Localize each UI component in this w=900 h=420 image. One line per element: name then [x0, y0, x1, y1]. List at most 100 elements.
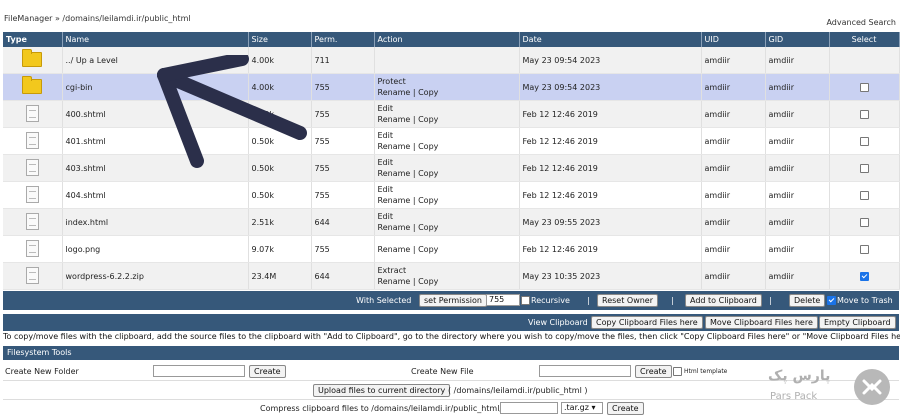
permission-input[interactable]: 755	[486, 294, 520, 306]
rename-copy-links[interactable]: Rename | Copy	[378, 244, 516, 255]
new-folder-input[interactable]	[153, 365, 245, 377]
move-clipboard-files-button[interactable]: Move Clipboard Files here	[705, 316, 818, 329]
file-name-link[interactable]: ../ Up a Level	[66, 56, 118, 65]
col-name[interactable]: Name	[62, 32, 249, 47]
file-name-link[interactable]: cgi-bin	[66, 83, 93, 92]
watermark-en-text: Pars Pack	[770, 391, 818, 402]
table-row[interactable]: ../ Up a Level 4.00k 711 May 23 09:54 2023 a…	[3, 47, 900, 74]
select-cell	[829, 73, 900, 101]
perm-cell[interactable]: 644	[311, 262, 375, 290]
permission-link[interactable]: 644	[315, 218, 330, 227]
col-type[interactable]: Type	[3, 32, 63, 47]
table-row[interactable]: logo.png 9.07k 755 Rename | Copy Feb 12 12:4…	[3, 235, 900, 263]
table-row[interactable]: 403.shtml 0.50k 755 Edit Rename | Copy Feb 12…	[3, 154, 900, 182]
primary-action-link[interactable]: Extract	[378, 265, 516, 276]
perm-cell[interactable]: 755	[311, 73, 375, 101]
table-row[interactable]: index.html 2.51k 644 Edit Rename | Copy May 2…	[3, 208, 900, 236]
rename-copy-links[interactable]: Rename | Copy	[378, 195, 516, 206]
perm-cell[interactable]: 755	[311, 181, 375, 209]
col-uid[interactable]: UID	[701, 32, 766, 47]
perm-cell[interactable]: 755	[311, 235, 375, 263]
view-clipboard-link[interactable]: View Clipboard	[528, 317, 588, 328]
col-perm[interactable]: Perm.	[311, 32, 375, 47]
set-permission-button[interactable]: set Permission	[419, 294, 487, 307]
permission-link[interactable]: 644	[315, 272, 330, 281]
upload-files-button[interactable]: Upload files to current directory	[313, 384, 451, 397]
perm-cell[interactable]: 755	[311, 127, 375, 155]
permission-link[interactable]: 755	[315, 83, 330, 92]
table-row[interactable]: wordpress-6.2.2.zip 23.4M 644 Extract Rename…	[3, 262, 900, 290]
table-row[interactable]: 401.shtml 0.50k 755 Edit Rename | Copy Feb 12…	[3, 127, 900, 155]
name-cell[interactable]: index.html	[62, 208, 249, 236]
select-checkbox[interactable]	[859, 271, 869, 281]
permission-link[interactable]: 755	[315, 110, 330, 119]
perm-cell[interactable]: 755	[311, 100, 375, 128]
rename-copy-links[interactable]: Rename | Copy	[378, 222, 516, 233]
col-select[interactable]: Select	[829, 32, 900, 47]
create-folder-button[interactable]: Create	[249, 365, 286, 378]
select-checkbox[interactable]	[859, 163, 869, 173]
file-name-link[interactable]: 400.shtml	[66, 110, 106, 119]
recursive-checkbox[interactable]	[521, 296, 530, 305]
file-name-link[interactable]: index.html	[66, 218, 109, 227]
recursive-label: Recursive	[531, 296, 570, 305]
name-cell[interactable]: wordpress-6.2.2.zip	[62, 262, 249, 290]
move-to-trash-checkbox[interactable]	[827, 296, 836, 305]
select-checkbox[interactable]	[859, 217, 869, 227]
primary-action-link[interactable]: Protect	[378, 76, 516, 87]
file-name-link[interactable]: wordpress-6.2.2.zip	[66, 272, 144, 281]
select-checkbox[interactable]	[859, 109, 869, 119]
rename-copy-links[interactable]: Rename | Copy	[378, 114, 516, 125]
rename-copy-links[interactable]: Rename | Copy	[378, 87, 516, 98]
primary-action-link[interactable]: Edit	[378, 103, 516, 114]
col-date[interactable]: Date	[519, 32, 702, 47]
primary-action-link[interactable]: Edit	[378, 157, 516, 168]
table-row[interactable]: 404.shtml 0.50k 755 Edit Rename | Copy Feb 12…	[3, 181, 900, 209]
primary-action-link[interactable]: Edit	[378, 184, 516, 195]
breadcrumb[interactable]: FileManager » /domains/leilamdi.ir/publi…	[4, 14, 191, 23]
permission-link[interactable]: 711	[315, 56, 330, 65]
perm-cell[interactable]: 711	[311, 47, 375, 74]
table-row[interactable]: cgi-bin 4.00k 755 Protect Rename | Copy May 2…	[3, 73, 900, 101]
add-to-clipboard-button[interactable]: Add to Clipboard	[685, 294, 762, 307]
rename-copy-links[interactable]: Rename | Copy	[378, 168, 516, 179]
primary-action-link[interactable]: Edit	[378, 130, 516, 141]
permission-link[interactable]: 755	[315, 191, 330, 200]
create-file-button[interactable]: Create	[635, 365, 672, 378]
name-cell[interactable]: logo.png	[62, 235, 249, 263]
select-checkbox[interactable]	[859, 136, 869, 146]
permission-link[interactable]: 755	[315, 137, 330, 146]
empty-clipboard-button[interactable]: Empty Clipboard	[819, 316, 896, 329]
compress-filename-input[interactable]	[500, 402, 558, 414]
with-selected-bar: With Selected set Permission 755 Recursi…	[3, 291, 899, 310]
perm-cell[interactable]: 644	[311, 208, 375, 236]
file-name-link[interactable]: 401.shtml	[66, 137, 106, 146]
reset-owner-button[interactable]: Reset Owner	[597, 294, 659, 307]
table-row[interactable]: 400.shtml 0.50k 755 Edit Rename | Copy Feb 12…	[3, 100, 900, 128]
permission-link[interactable]: 755	[315, 164, 330, 173]
primary-action-link[interactable]: Edit	[378, 211, 516, 222]
rename-copy-links[interactable]: Rename | Copy	[378, 141, 516, 152]
copy-clipboard-files-button[interactable]: Copy Clipboard Files here	[591, 316, 703, 329]
perm-cell[interactable]: 755	[311, 154, 375, 182]
type-cell	[3, 47, 63, 74]
new-file-input[interactable]	[539, 365, 631, 377]
select-checkbox[interactable]	[859, 244, 869, 254]
action-cell: Rename | Copy	[374, 235, 520, 263]
col-gid[interactable]: GID	[765, 32, 830, 47]
compress-create-button[interactable]: Create	[607, 402, 644, 415]
select-checkbox[interactable]	[859, 82, 869, 92]
name-cell[interactable]: 404.shtml	[62, 181, 249, 209]
html-template-checkbox[interactable]	[673, 367, 682, 376]
delete-button[interactable]: Delete	[789, 294, 826, 307]
advanced-search-link[interactable]: Advanced Search	[826, 18, 896, 27]
permission-link[interactable]: 755	[315, 245, 330, 254]
compress-format-select[interactable]: .tar.gz ▾	[561, 402, 603, 414]
col-size[interactable]: Size	[248, 32, 312, 47]
file-name-link[interactable]: logo.png	[66, 245, 101, 254]
file-name-link[interactable]: 404.shtml	[66, 191, 106, 200]
select-checkbox[interactable]	[859, 190, 869, 200]
rename-copy-links[interactable]: Rename | Copy	[378, 276, 516, 287]
parspack-logo-icon	[854, 369, 890, 405]
file-name-link[interactable]: 403.shtml	[66, 164, 106, 173]
